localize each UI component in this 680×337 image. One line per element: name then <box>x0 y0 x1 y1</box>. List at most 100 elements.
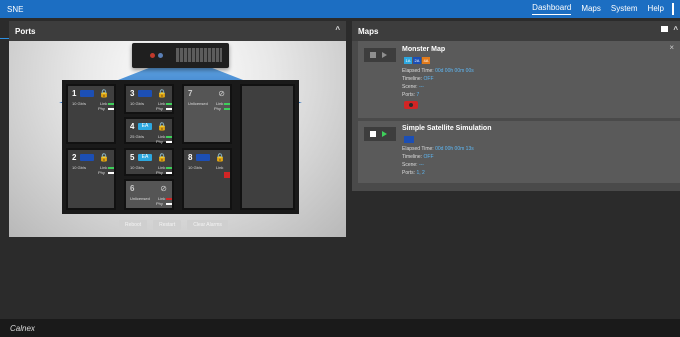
port-number: 5 <box>130 153 135 162</box>
play-icon[interactable] <box>382 131 387 137</box>
port-badge <box>196 154 210 161</box>
link-indicator <box>166 198 172 200</box>
map-tag: 2A <box>413 57 421 64</box>
link-indicator <box>108 103 114 105</box>
timeline-status: Timeline: OFF <box>402 154 434 160</box>
nav-help[interactable]: Help <box>648 4 664 15</box>
port-slot-5[interactable]: 5 EA 🔒 10 Gb/s Link Phy <box>124 148 174 176</box>
lock-icon: 🔒 <box>99 89 109 98</box>
ports-actions: Reboot Restart Clear Alarms <box>119 220 228 230</box>
map-card-monster: Monster Map × 1A 2A 4A Elapsed Time: 00d… <box>358 41 680 118</box>
ports-list: Ports: 1, 2 <box>402 170 425 176</box>
port-slot-6[interactable]: 6 ⊘ Unlicensed Link Phy <box>124 179 174 210</box>
link-indicator <box>166 136 172 138</box>
port-number: 7 <box>188 89 193 98</box>
lock-icon: 🔒 <box>157 89 167 98</box>
link-label: Link <box>216 165 224 170</box>
phy-label: Phy <box>156 170 163 175</box>
timeline-status: Timeline: OFF <box>402 76 434 82</box>
phy-indicator <box>108 172 114 174</box>
maps-title: Maps <box>358 27 379 36</box>
maps-header: Maps ^ <box>352 21 680 41</box>
link-indicator <box>166 103 172 105</box>
port-chassis: 1 🔒 10 Gb/s Link Phy 2 🔒 10 Gb/s Link Ph… <box>62 80 299 214</box>
phy-indicator <box>166 108 172 110</box>
ports-list: Ports: 7 <box>402 92 420 98</box>
calnex-logo: Calnex <box>10 324 35 333</box>
collapse-icon[interactable]: ^ <box>335 25 340 34</box>
folder-icon[interactable] <box>661 26 668 32</box>
top-bar: SNE Dashboard Maps System Help <box>0 0 680 18</box>
app-title: SNE <box>7 5 24 14</box>
port-number: 1 <box>72 89 77 98</box>
port-badge <box>80 154 94 161</box>
left-sidebar <box>0 18 9 319</box>
disabled-icon: ⊘ <box>218 89 225 98</box>
close-icon[interactable]: × <box>669 43 674 52</box>
phy-label: Phy <box>156 139 163 144</box>
nav-maps[interactable]: Maps <box>581 4 601 15</box>
map-tag: 1A <box>404 57 412 64</box>
nav-dashboard[interactable]: Dashboard <box>532 3 572 15</box>
empty-slot <box>240 84 295 210</box>
elapsed-time: Elapsed Time: 00d 00h 00m 13s <box>402 146 474 152</box>
port-speed: Unlicensed <box>130 196 150 201</box>
port-number: 2 <box>72 153 77 162</box>
device-image <box>132 43 229 68</box>
alarm-icon <box>404 101 418 109</box>
port-slot-2[interactable]: 2 🔒 10 Gb/s Link Phy <box>66 148 116 210</box>
phy-indicator <box>224 108 230 110</box>
ports-header: Ports ^ <box>9 21 346 41</box>
menu-icon[interactable] <box>672 3 674 15</box>
scene-status: Scene: --- <box>402 84 424 90</box>
port-speed: 10 Gb/s <box>72 165 87 170</box>
port-speed: 10 Gb/s <box>130 101 145 106</box>
device-led-blue <box>158 53 163 58</box>
footer: Calnex <box>0 319 680 337</box>
port-number: 8 <box>188 153 193 162</box>
main-nav: Dashboard Maps System Help <box>532 0 674 18</box>
port-slot-1[interactable]: 1 🔒 10 Gb/s Link Phy <box>66 84 116 144</box>
phy-label: Phy <box>214 106 221 111</box>
restart-button[interactable]: Restart <box>153 220 182 230</box>
link-indicator <box>108 167 114 169</box>
port-speed: 10 Gb/s <box>130 165 145 170</box>
clear-alarms-button[interactable]: Clear Alarms <box>187 220 228 230</box>
map-name: Simple Satellite Simulation <box>402 125 492 132</box>
stop-icon[interactable] <box>370 131 376 137</box>
collapse-icon[interactable]: ^ <box>673 25 678 34</box>
map-tag: 4A <box>422 57 430 64</box>
error-indicator <box>224 172 230 178</box>
port-badge: EA <box>138 123 152 130</box>
map-tag <box>404 136 414 143</box>
maps-panel: Maps ^ Monster Map × 1A 2A 4A Elapsed Ti… <box>352 21 680 191</box>
sidebar-accent <box>0 38 9 39</box>
phy-indicator <box>166 141 172 143</box>
elapsed-time: Elapsed Time: 00d 00h 00m 00s <box>402 68 474 74</box>
device-panel <box>176 48 222 62</box>
phy-indicator <box>166 172 172 174</box>
port-slot-7[interactable]: 7 ⊘ Unlicensed Link Phy <box>182 84 232 144</box>
lock-icon: 🔒 <box>99 153 109 162</box>
port-slot-4[interactable]: 4 EA 🔒 25 Gb/s Link Phy <box>124 117 174 144</box>
ports-title: Ports <box>15 27 36 36</box>
lock-icon: 🔒 <box>215 153 225 162</box>
link-indicator <box>224 103 230 105</box>
stop-icon[interactable] <box>370 52 376 58</box>
ports-panel: Ports ^ 1 🔒 10 Gb/s Link Phy 2 🔒 10 Gb/s… <box>9 21 346 237</box>
port-slot-3[interactable]: 3 🔒 10 Gb/s Link Phy <box>124 84 174 114</box>
reboot-button[interactable]: Reboot <box>119 220 148 230</box>
play-icon[interactable] <box>382 52 387 58</box>
link-indicator <box>166 167 172 169</box>
playback-controls <box>364 127 396 141</box>
phy-label: Phy <box>98 170 105 175</box>
nav-system[interactable]: System <box>611 4 638 15</box>
map-card-satellite: Simple Satellite Simulation Elapsed Time… <box>358 121 680 183</box>
phy-label: Phy <box>98 106 105 111</box>
playback-controls <box>364 48 396 62</box>
port-speed: 25 Gb/s <box>130 134 145 139</box>
disabled-icon: ⊘ <box>160 184 167 193</box>
scene-status: Scene: --- <box>402 162 424 168</box>
port-slot-8[interactable]: 8 🔒 10 Gb/s Link <box>182 148 232 210</box>
lock-icon: 🔒 <box>157 153 167 162</box>
